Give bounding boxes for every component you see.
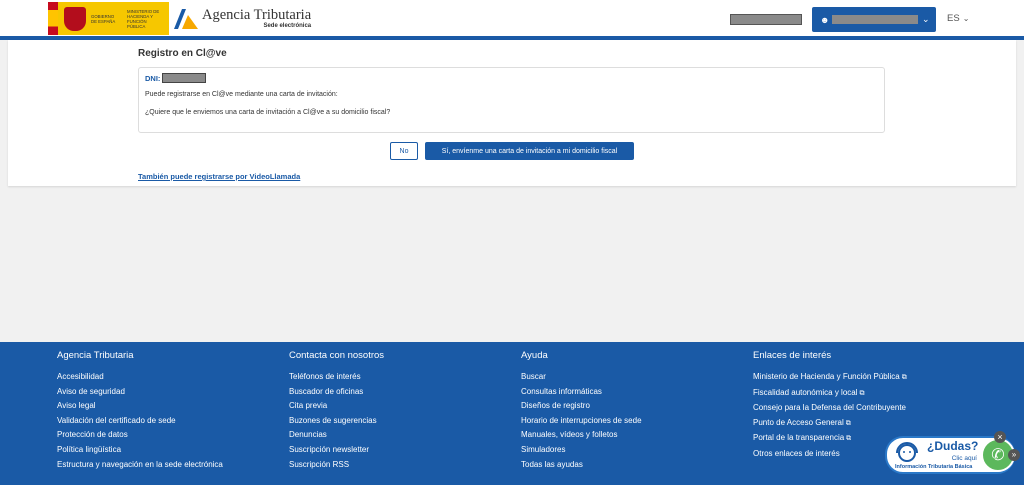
footer-link[interactable]: Accesibilidad — [57, 370, 223, 385]
site-header: GOBIERNO DE ESPAÑA MINISTERIO DE HACIEND… — [0, 0, 1024, 36]
footer-col-enlaces: Enlaces de interés Ministerio de Haciend… — [753, 350, 907, 462]
site-footer: Agencia Tributaria Accesibilidad Aviso d… — [0, 342, 1024, 485]
info-box: DNI: Puede registrarse en Cl@ve mediante… — [138, 67, 885, 133]
footer-link[interactable]: Suscripción RSS — [289, 458, 384, 473]
footer-link[interactable]: Buscador de oficinas — [289, 385, 384, 400]
dudas-subtitle: Información Tributaria Básica — [895, 464, 973, 470]
agencia-tributaria-logo[interactable]: Agencia Tributaria Sede electrónica — [172, 6, 311, 32]
external-link-icon: ⧉ — [859, 389, 865, 397]
footer-link[interactable]: Manuales, vídeos y folletos — [521, 428, 642, 443]
footer-col-ayuda: Ayuda Buscar Consultas informáticas Dise… — [521, 350, 642, 472]
redacted-user-name — [832, 15, 918, 24]
footer-link[interactable]: Suscripción newsletter — [289, 443, 384, 458]
footer-link[interactable]: Buzones de sugerencias — [289, 414, 384, 429]
send-invitation-button[interactable]: Sí, envíenme una carta de invitación a m… — [425, 142, 634, 160]
dni-label: DNI: — [145, 73, 161, 83]
external-link-icon: ⧉ — [846, 435, 852, 443]
coat-of-arms-icon — [64, 6, 86, 31]
footer-link[interactable]: Horario de interrupciones de sede — [521, 414, 642, 429]
dudas-title: ¿Dudas? — [927, 439, 979, 453]
ministerio-text: MINISTERIO DE HACIENDA Y FUNCIÓN PÚBLICA — [127, 8, 160, 29]
footer-link[interactable]: Buscar — [521, 370, 642, 385]
footer-link[interactable]: Denuncias — [289, 428, 384, 443]
footer-col-contacta: Contacta con nosotros Teléfonos de inter… — [289, 350, 384, 472]
footer-link[interactable]: Fiscalidad autonómica y local ⧉ — [753, 386, 907, 402]
footer-link[interactable]: Simuladores — [521, 443, 642, 458]
dni-line: DNI: — [145, 73, 207, 83]
gobierno-text: GOBIERNO DE ESPAÑA — [91, 13, 116, 24]
footer-col-title: Agencia Tributaria — [57, 350, 134, 361]
user-icon: ☻ — [820, 14, 830, 25]
external-link-icon: ⧉ — [901, 374, 907, 381]
footer-link[interactable]: Punto de Acceso General ⧉ — [753, 416, 907, 432]
aeat-emblem-icon — [174, 9, 198, 29]
language-selector[interactable]: ES ⌄ — [947, 13, 969, 24]
chevron-down-icon: ⌄ — [962, 14, 970, 23]
footer-link[interactable]: Todas las ayudas — [521, 458, 642, 473]
language-label: ES — [947, 13, 960, 24]
agency-subtitle: Sede electrónica — [263, 23, 312, 29]
info-text-1: Puede registrarse en Cl@ve mediante una … — [145, 91, 338, 98]
footer-link[interactable]: Protección de datos — [57, 428, 223, 443]
footer-link[interactable]: Ministerio de Hacienda y Función Pública… — [753, 370, 907, 386]
redacted-dni — [162, 73, 207, 83]
footer-link[interactable]: Otros enlaces de interés — [753, 447, 907, 462]
close-icon[interactable]: × — [994, 431, 1006, 443]
footer-col-agencia: Agencia Tributaria Accesibilidad Aviso d… — [57, 350, 223, 472]
footer-link[interactable]: Diseños de registro — [521, 399, 642, 414]
redacted-username — [730, 14, 802, 25]
spain-flag-icon — [48, 2, 58, 35]
info-text-2: ¿Quiere que le enviemos una carta de inv… — [145, 109, 391, 116]
footer-link[interactable]: Cita previa — [289, 399, 384, 414]
chevron-down-icon: ⌄ — [922, 14, 930, 24]
gobierno-logo[interactable]: GOBIERNO DE ESPAÑA MINISTERIO DE HACIEND… — [48, 2, 169, 35]
external-link-icon: ⧉ — [845, 419, 851, 427]
agency-name: Agencia Tributaria — [202, 7, 312, 23]
footer-col-title: Enlaces de interés — [753, 350, 832, 361]
footer-col-title: Contacta con nosotros — [289, 350, 385, 361]
videollamada-link[interactable]: También puede registrarse por VideoLlama… — [138, 172, 300, 181]
dudas-clic: Clic aquí — [951, 455, 977, 462]
footer-link[interactable]: Aviso de seguridad — [57, 385, 223, 400]
footer-link[interactable]: Consejo para la Defensa del Contribuyent… — [753, 401, 907, 416]
footer-link[interactable]: Consultas informáticas — [521, 385, 642, 400]
footer-link[interactable]: Validación del certificado de sede — [57, 414, 223, 429]
footer-link[interactable]: Aviso legal — [57, 399, 223, 414]
page-title: Registro en Cl@ve — [138, 48, 227, 59]
footer-link[interactable]: Portal de la transparencia ⧉ — [753, 431, 907, 447]
footer-link[interactable]: Teléfonos de interés — [289, 370, 384, 385]
chevron-right-icon[interactable]: » — [1008, 449, 1020, 461]
footer-link[interactable]: Estructura y navegación en la sede elect… — [57, 458, 223, 473]
footer-col-title: Ayuda — [521, 350, 548, 361]
no-button[interactable]: No — [390, 142, 418, 160]
footer-link[interactable]: Política lingüística — [57, 443, 223, 458]
user-menu-button[interactable]: ☻ ⌄ — [812, 7, 936, 32]
